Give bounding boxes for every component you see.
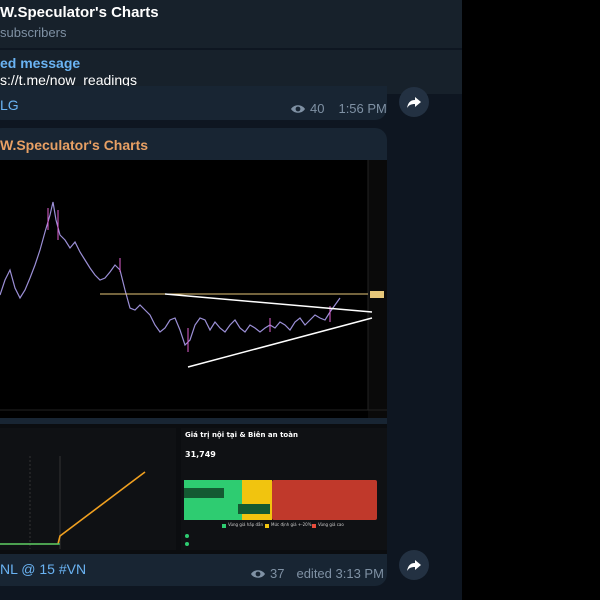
channel-title: W.Speculator's Charts [0,4,159,21]
views-count: 37 [270,566,285,581]
message-caption: NL @ 15 #VN [0,561,86,577]
share-arrow-icon [407,97,421,108]
message-meta: 40 1:56 PM [290,101,387,116]
intrinsic-value: 31,749 [185,450,216,459]
dashboard-graphic [0,424,387,554]
share-button[interactable] [399,550,429,580]
views-count: 40 [310,101,325,116]
share-button[interactable] [399,87,429,117]
share-arrow-icon [407,560,421,571]
message-meta: 37 edited 3:13 PM [250,566,384,581]
right-side-background [462,0,600,600]
eye-icon [291,104,305,113]
eye-icon [251,569,265,578]
caption-hashtag[interactable]: #VN [59,561,86,577]
channel-subtitle: subscribers [0,25,67,40]
valuation-dashboard-image[interactable]: Giá trị nội tại & Biên an toàn 31,749 Vù… [0,424,387,554]
pinned-message-title: ed message [0,55,81,71]
chat-column: W.Speculator's Charts subscribers ed mes… [0,0,462,600]
channel-header[interactable]: W.Speculator's Charts subscribers [0,0,462,48]
message-time: 1:56 PM [338,101,387,116]
legend-high: Vùng giá cao [318,522,344,527]
message-time: edited 3:13 PM [296,566,384,581]
chart-image[interactable] [0,160,387,418]
dashboard-panel-title: Giá trị nội tại & Biên an toàn [185,431,298,439]
caption-prefix[interactable]: NL @ 15 [0,561,59,577]
legend-attractive: Vùng giá hấp dẫn [228,522,264,527]
legend-fair: Mức định giá +-20% [271,522,312,527]
message-hashtag[interactable]: LG [0,97,19,113]
forwarded-from[interactable]: W.Speculator's Charts [0,137,148,153]
price-chart [0,160,387,418]
